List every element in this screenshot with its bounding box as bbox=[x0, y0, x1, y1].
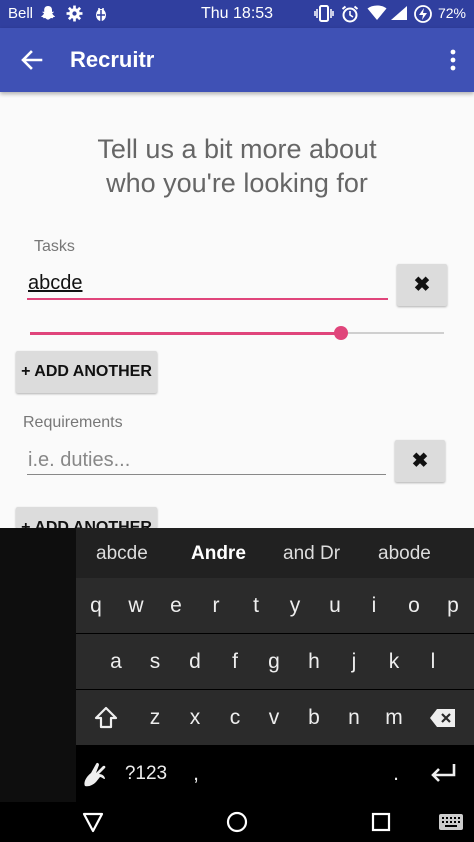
requirement-input[interactable]: i.e. duties... bbox=[28, 449, 130, 472]
back-triangle-icon[interactable] bbox=[82, 811, 104, 838]
key-row-4: ?123 , . bbox=[76, 746, 474, 802]
key-y[interactable]: y bbox=[275, 578, 315, 633]
period-key[interactable]: . bbox=[376, 746, 416, 801]
requirement-input-underline bbox=[27, 474, 386, 475]
key-n[interactable]: n bbox=[334, 690, 374, 745]
clock: Thu 18:53 bbox=[201, 5, 274, 22]
add-task-button[interactable]: + ADD ANOTHER bbox=[16, 351, 157, 393]
backspace-key[interactable] bbox=[421, 690, 465, 745]
key-o[interactable]: o bbox=[394, 578, 434, 633]
key-s[interactable]: s bbox=[135, 634, 175, 689]
spacebar-key[interactable] bbox=[216, 746, 376, 801]
remove-requirement-button[interactable]: ✖ bbox=[395, 440, 445, 482]
tasks-label: Tasks bbox=[34, 238, 75, 255]
key-j[interactable]: j bbox=[334, 634, 374, 689]
key-c[interactable]: c bbox=[215, 690, 255, 745]
arrow-left-icon[interactable] bbox=[18, 46, 46, 74]
alarm-icon bbox=[341, 5, 359, 27]
key-h[interactable]: h bbox=[294, 634, 334, 689]
task-input-underline bbox=[27, 298, 388, 300]
suggestion-2[interactable]: Andre bbox=[191, 543, 246, 565]
keyboard-side-panel bbox=[0, 528, 76, 802]
page-heading: Tell us a bit more about who you're look… bbox=[0, 132, 474, 200]
key-w[interactable]: w bbox=[116, 578, 156, 633]
key-u[interactable]: u bbox=[315, 578, 355, 633]
suggestion-1[interactable]: abcde bbox=[96, 543, 148, 565]
enter-icon bbox=[431, 764, 456, 782]
key-b[interactable]: b bbox=[294, 690, 334, 745]
key-t[interactable]: t bbox=[236, 578, 276, 633]
carrier-name: Bell bbox=[8, 5, 34, 22]
task-slider-fill bbox=[30, 332, 341, 335]
shift-icon bbox=[94, 706, 118, 729]
emoji-gesture-key[interactable] bbox=[78, 746, 114, 801]
symbols-key[interactable]: ?123 bbox=[118, 746, 174, 801]
keyboard-toggle-icon[interactable] bbox=[438, 812, 464, 837]
soft-keyboard: abcde Andre and Dr abode q w e r t y u i… bbox=[0, 528, 474, 802]
key-l[interactable]: l bbox=[413, 634, 453, 689]
key-z[interactable]: z bbox=[135, 690, 175, 745]
enter-key[interactable] bbox=[421, 746, 465, 801]
comma-key[interactable]: , bbox=[176, 746, 216, 801]
key-d[interactable]: d bbox=[175, 634, 215, 689]
backspace-icon bbox=[430, 709, 455, 727]
heading-line-1: Tell us a bit more about bbox=[97, 134, 377, 164]
key-a[interactable]: a bbox=[96, 634, 136, 689]
battery-icon bbox=[414, 5, 432, 27]
hand-gesture-icon bbox=[84, 762, 106, 787]
battery-percent: 72% bbox=[437, 5, 466, 21]
key-r[interactable]: r bbox=[196, 578, 236, 633]
key-x[interactable]: x bbox=[175, 690, 215, 745]
suggestion-4[interactable]: abode bbox=[378, 543, 431, 565]
shift-key[interactable] bbox=[86, 690, 126, 745]
key-g[interactable]: g bbox=[254, 634, 294, 689]
requirements-label: Requirements bbox=[23, 414, 123, 431]
key-m[interactable]: m bbox=[374, 690, 414, 745]
signal-icon bbox=[390, 5, 408, 25]
key-row-1: q w e r t y u i o p bbox=[76, 578, 474, 633]
key-i[interactable]: i bbox=[354, 578, 394, 633]
app-title: Recruitr bbox=[70, 47, 155, 72]
add-requirement-button[interactable]: + ADD ANOTHER bbox=[16, 507, 157, 528]
key-p[interactable]: p bbox=[433, 578, 473, 633]
remove-task-button[interactable]: ✖ bbox=[397, 264, 447, 306]
wifi-icon bbox=[367, 5, 387, 25]
snapchat-icon bbox=[40, 5, 56, 25]
key-row-2: a s d f g h j k l bbox=[76, 634, 474, 689]
suggestion-strip: abcde Andre and Dr abode bbox=[76, 528, 474, 578]
more-vertical-icon[interactable] bbox=[446, 46, 460, 74]
key-q[interactable]: q bbox=[76, 578, 116, 633]
app-bar: Recruitr bbox=[0, 28, 474, 92]
vibrate-icon bbox=[314, 5, 334, 26]
key-v[interactable]: v bbox=[254, 690, 294, 745]
key-k[interactable]: k bbox=[374, 634, 414, 689]
add-requirement-label: + ADD ANOTHER bbox=[21, 519, 152, 528]
home-circle-icon[interactable] bbox=[226, 811, 248, 838]
key-e[interactable]: e bbox=[156, 578, 196, 633]
bug-icon bbox=[93, 5, 109, 26]
task-input[interactable]: abcde bbox=[28, 272, 83, 295]
recents-square-icon[interactable] bbox=[371, 812, 391, 837]
suggestion-3[interactable]: and Dr bbox=[283, 543, 340, 565]
key-row-3: z x c v b n m bbox=[76, 690, 474, 745]
navigation-bar bbox=[0, 802, 474, 842]
task-slider-thumb[interactable] bbox=[333, 326, 348, 340]
status-bar: Bell Thu 18:53 72% bbox=[0, 0, 474, 28]
key-f[interactable]: f bbox=[215, 634, 255, 689]
gear-icon bbox=[66, 5, 83, 26]
heading-line-2: who you're looking for bbox=[106, 168, 368, 198]
